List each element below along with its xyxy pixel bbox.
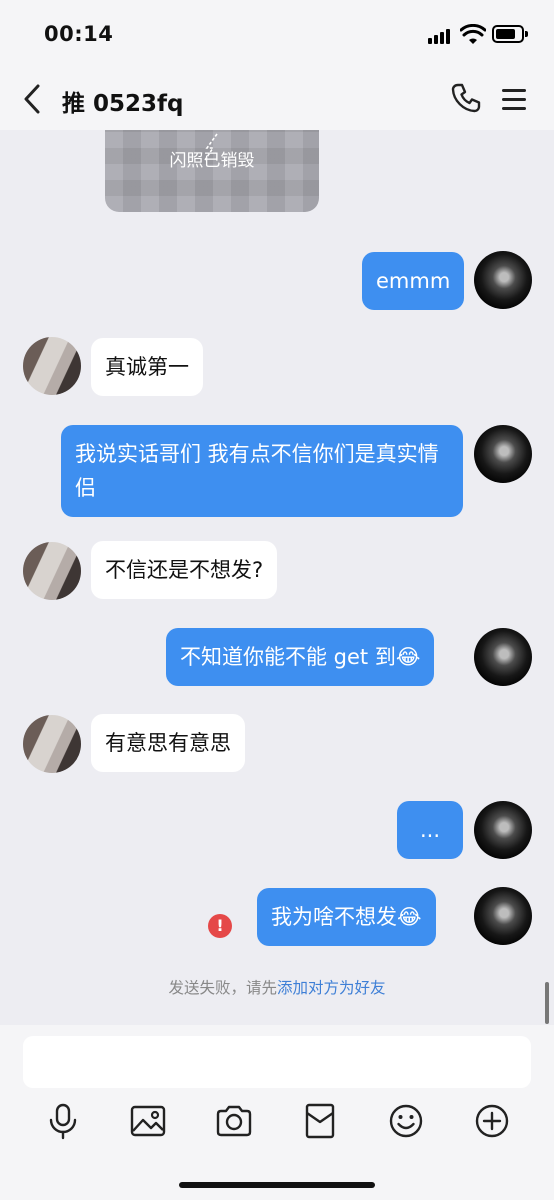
battery-icon [492,25,528,43]
message-list[interactable]: 闪照已销毁 emmm 真诚第一 我说实话哥们 我有点不信你们是真实情侣 不信还是… [0,130,554,1025]
red-packet-icon[interactable] [300,1101,340,1141]
toolbar [0,1097,554,1147]
scrollbar[interactable] [545,982,549,1024]
chat-title: 推 0523fq [62,91,184,117]
back-chevron-icon[interactable] [18,82,48,116]
send-failed-notice: 发送失败，请先添加对方为好友 [0,976,554,998]
status-time: 00:14 [44,22,114,46]
message-bubble-received[interactable]: 不信还是不想发? [91,541,278,599]
avatar[interactable] [23,715,81,773]
camera-icon[interactable] [214,1101,254,1141]
message-bubble-sent[interactable]: emmm [362,252,465,310]
status-bar: 00:14 [0,0,554,70]
message-bubble-sent[interactable]: ... [397,801,463,859]
avatar[interactable] [474,425,532,483]
flash-photo-label: 闪照已销毁 [169,151,255,171]
emoji-icon[interactable] [386,1101,426,1141]
plus-icon[interactable] [472,1101,512,1141]
image-icon[interactable] [128,1101,168,1141]
message-bubble-received[interactable]: 真诚第一 [91,338,203,396]
menu-icon[interactable] [500,86,528,112]
wifi-icon [460,24,486,44]
message-bubble-sent[interactable]: 我说实话哥们 我有点不信你们是真实情侣 [61,425,463,517]
home-indicator[interactable] [179,1182,375,1188]
message-bubble-received[interactable]: 有意思有意思 [91,714,245,772]
message-bubble-sent[interactable]: 我为啥不想发😂 [257,888,436,946]
message-input[interactable] [23,1036,531,1088]
message-bubble-sent[interactable]: 不知道你能不能 get 到😂 [166,628,435,686]
avatar[interactable] [474,801,532,859]
input-panel [0,1025,554,1200]
notice-text: 发送失败，请先 [168,979,277,997]
chat-header: 推 0523fq [0,70,554,130]
phone-call-icon[interactable] [450,82,482,114]
avatar[interactable] [23,542,81,600]
microphone-icon[interactable] [43,1101,83,1141]
avatar[interactable] [23,337,81,395]
avatar[interactable] [474,887,532,945]
send-failed-icon[interactable]: ! [208,914,232,938]
flash-photo-destroyed[interactable]: 闪照已销毁 [105,130,319,212]
avatar[interactable] [474,251,532,309]
add-friend-link[interactable]: 添加对方为好友 [277,979,386,997]
avatar[interactable] [474,628,532,686]
cellular-signal-icon [428,28,454,44]
